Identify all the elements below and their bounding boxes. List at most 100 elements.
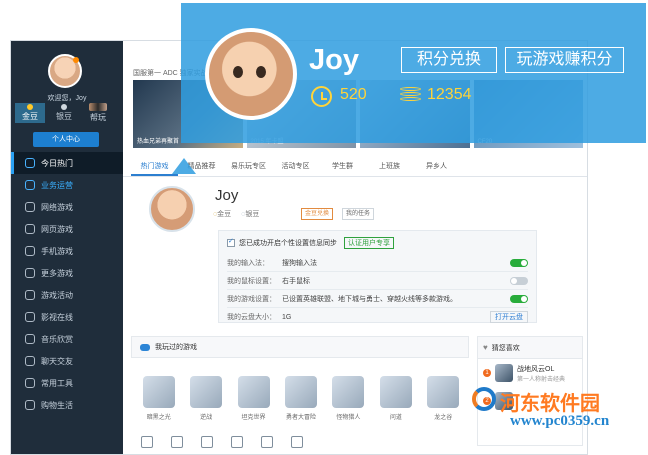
cloud-icon[interactable] [141, 436, 153, 448]
sidebar-item-music[interactable]: 音乐欣赏 [11, 328, 123, 350]
silver-tab[interactable]: 银豆 [49, 103, 79, 123]
game-item[interactable]: 怪物猎人 [327, 371, 370, 427]
game-item[interactable]: 坦克世界 [232, 371, 275, 427]
game-name: 逆战 [200, 415, 213, 421]
game-thumbnail [427, 376, 460, 408]
gold-label: 金豆 [217, 211, 232, 218]
input-method-toggle[interactable] [510, 258, 528, 267]
phone-icon [25, 246, 35, 256]
tab-office-workers[interactable]: 上班族 [366, 157, 413, 176]
sync-checkbox[interactable] [227, 237, 235, 247]
gold-stat: ◌金豆 [213, 209, 231, 219]
user-avatar[interactable] [48, 54, 82, 88]
tab-hot-games[interactable]: 热门游戏 [131, 157, 178, 176]
watermark-url: www.pc0359.cn [510, 413, 610, 429]
game-item[interactable]: 逆战 [184, 371, 227, 427]
sidebar-item-mobile-games[interactable]: 手机游戏 [11, 240, 123, 262]
setting-value: 搜狗输入法 [282, 259, 317, 267]
game-name: 龙之谷 [434, 415, 453, 421]
setting-label: 我的鼠标设置： [227, 277, 276, 285]
rank-badge: 1 [483, 369, 491, 377]
help-play-tab[interactable]: 帮玩 [83, 103, 113, 123]
tab-students[interactable]: 学生群 [319, 157, 366, 176]
setting-label: 我的云盘大小： [227, 314, 276, 321]
web-icon [25, 224, 35, 234]
setting-row-games: 我的游戏设置： 已设置英雄联盟、地下城与勇士、穿越火线等多款游戏。 [227, 290, 528, 308]
gold-tab[interactable]: 金豆 [15, 103, 45, 123]
gold-exchange-button[interactable]: 金豆兑换 [301, 208, 334, 220]
sidebar-item-online-games[interactable]: 网络游戏 [11, 196, 123, 218]
game-item[interactable]: 暗黑之光 [137, 371, 180, 427]
sidebar-item-more-games[interactable]: 更多游戏 [11, 262, 123, 284]
tab-strangers[interactable]: 异乡人 [413, 157, 460, 176]
points-exchange-button[interactable]: 积分兑换 [401, 47, 497, 73]
sidebar-item-shopping[interactable]: 购物生活 [11, 394, 123, 416]
sidebar-item-label: 影视在线 [41, 312, 73, 322]
sidebar-item-hot[interactable]: 今日热门 [11, 152, 123, 174]
watermark: 河东软件园 www.pc0359.cn [472, 384, 646, 452]
sidebar-item-operation[interactable]: 业务运营 [11, 174, 123, 196]
lock-icon[interactable] [171, 436, 183, 448]
game-item[interactable]: 问道 [374, 371, 417, 427]
game-item[interactable]: 龙之谷 [422, 371, 465, 427]
banner-caption-text: 热血兄弟再聚首 [137, 139, 180, 145]
personal-center-button[interactable]: 个人中心 [33, 132, 99, 147]
recommendation-item[interactable]: 1 战地风云OL 第一人称射击经典 [478, 359, 582, 387]
sidebar-item-video[interactable]: 影视在线 [11, 306, 123, 328]
sidebar-item-web-games[interactable]: 网页游戏 [11, 218, 123, 240]
game-item[interactable]: 勇者大冒险 [279, 371, 322, 427]
setting-row-cloud: 我的云盘大小： 1G 打开云盘 [227, 308, 528, 326]
overlay-avatar[interactable] [205, 28, 297, 120]
setting-row-input-method: 我的输入法： 搜狗输入法 [227, 254, 528, 272]
currency-tabs: 金豆 银豆 帮玩 [15, 102, 119, 124]
keyboard-icon[interactable] [291, 436, 303, 448]
open-cloud-button[interactable]: 打开云盘 [490, 311, 528, 323]
sidebar-item-chat[interactable]: 聊天交友 [11, 350, 123, 372]
silver-tab-label: 银豆 [56, 112, 72, 121]
setting-label: 我的游戏设置： [227, 295, 276, 303]
played-games-header: 我玩过的游戏 [131, 336, 469, 358]
silver-coin-icon [61, 104, 67, 110]
recommendation-subtitle: 第一人称射击经典 [517, 376, 566, 383]
certified-badge: 认证用户专享 [344, 237, 394, 249]
globe-icon [25, 202, 35, 212]
online-time-value: 520 [340, 86, 367, 103]
profile-avatar[interactable] [149, 186, 195, 232]
coins-icon [400, 87, 421, 105]
overlay-pointer [172, 158, 196, 174]
my-tasks-button[interactable]: 我的任务 [342, 208, 375, 220]
recommendation-title-text: 战地风云OL [517, 365, 555, 373]
earn-points-button[interactable]: 玩游戏赚积分 [505, 47, 624, 73]
sidebar-item-game-events[interactable]: 游戏活动 [11, 284, 123, 306]
sidebar-item-label: 聊天交友 [41, 356, 73, 366]
cart-icon [25, 400, 35, 410]
play-icon [25, 312, 35, 322]
game-thumbnail [379, 376, 412, 408]
gold-coin-icon [27, 104, 33, 110]
document-icon[interactable] [231, 436, 243, 448]
watermark-title: 河东软件园 [500, 393, 600, 415]
tab-events[interactable]: 活动专区 [272, 157, 319, 176]
profile-card: Joy ◌金豆 ◌银豆 金豆兑换 我的任务 您已成功开启个性设置信息同步 认证用… [123, 181, 587, 323]
game-thumbnail [190, 376, 223, 408]
mouse-toggle[interactable] [510, 276, 528, 285]
friends-avatars-icon [89, 103, 107, 111]
recommendation-thumbnail [495, 364, 513, 382]
edit-icon[interactable] [201, 436, 213, 448]
recommendation-title: 猜您喜欢 [491, 344, 520, 352]
sidebar-item-label: 音乐欣赏 [41, 334, 73, 344]
tab-yilewan[interactable]: 易乐玩专区 [225, 157, 272, 176]
watermark-logo-icon [472, 387, 496, 411]
games-toggle[interactable] [510, 294, 528, 303]
sidebar-item-tools[interactable]: 常用工具 [11, 372, 123, 394]
played-games-title: 我玩过的游戏 [155, 344, 197, 351]
setting-label: 我的输入法： [227, 259, 269, 267]
played-games-list: 暗黑之光 逆战 坦克世界 勇者大冒险 怪物猎人 问道 龙之谷 [137, 371, 465, 431]
gold-tab-label: 金豆 [22, 112, 38, 121]
mouse-icon[interactable] [261, 436, 273, 448]
game-thumbnail [142, 376, 175, 408]
game-name: 问道 [389, 415, 402, 421]
sidebar-item-label: 更多游戏 [41, 268, 73, 278]
grid-icon [25, 268, 35, 278]
silver-stat: ◌银豆 [241, 209, 259, 219]
